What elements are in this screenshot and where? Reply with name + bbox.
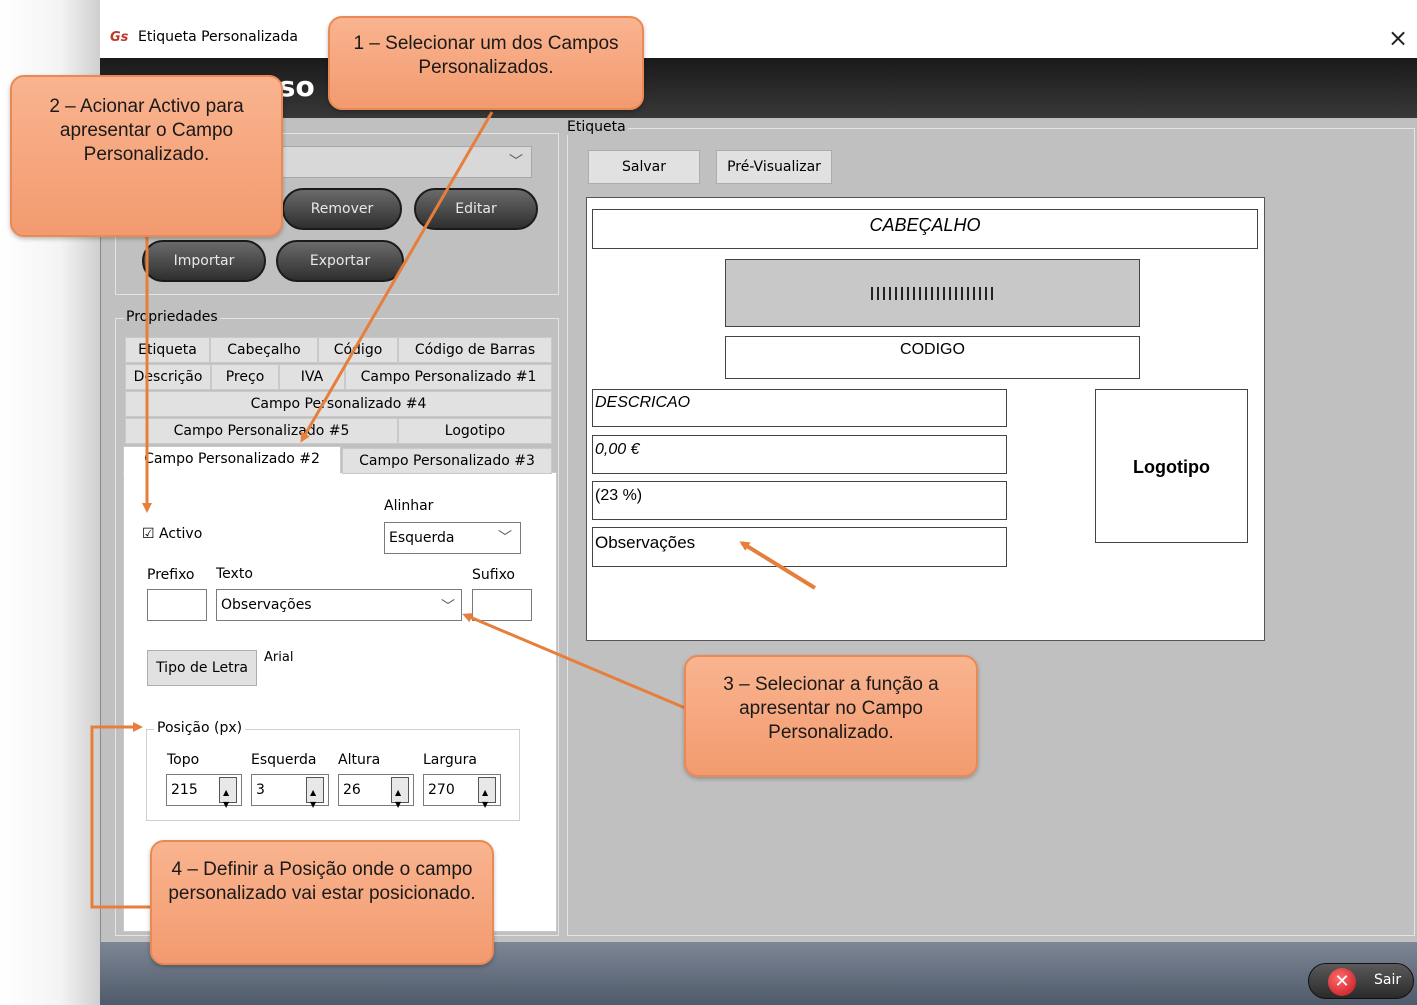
arrow-line [462, 613, 691, 712]
callout-step-3: 3 – Selecionar a função a apresentar no … [684, 655, 978, 777]
callout-step-1: 1 – Selecionar um dos Campos Personaliza… [328, 16, 644, 110]
arrow-line [90, 722, 152, 909]
callout-step-2: 2 – Acionar Activo para apresentar o Cam… [10, 75, 283, 237]
arrow-line [300, 111, 494, 443]
arrow-line [739, 541, 817, 590]
callout-step-4: 4 – Definir a Posição onde o campo perso… [150, 840, 494, 965]
